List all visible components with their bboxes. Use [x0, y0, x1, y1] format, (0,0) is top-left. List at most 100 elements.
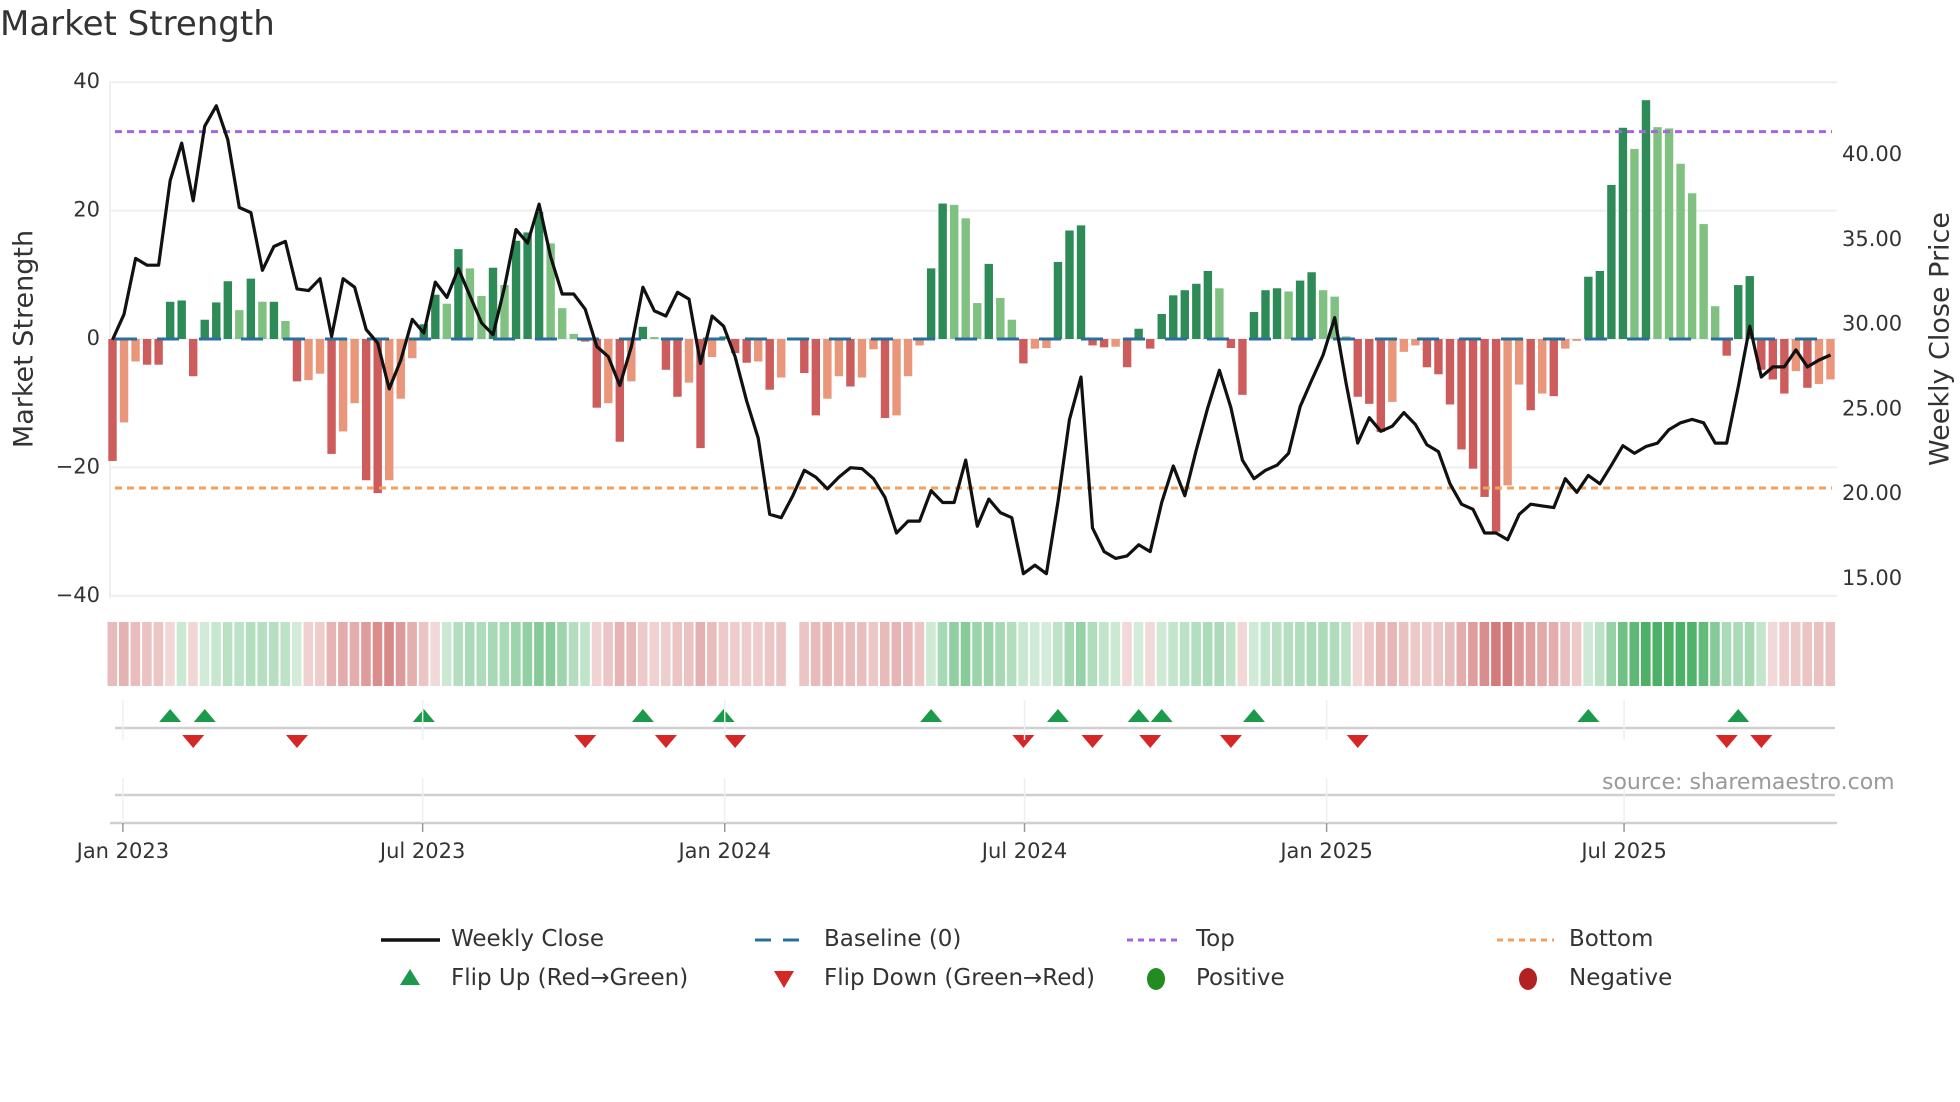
flip-down-marker [1346, 735, 1369, 748]
positive-heat-cell [1629, 622, 1640, 686]
positive-heat-cell [199, 622, 210, 686]
y2-tick-label: 40.00 [1842, 142, 1902, 166]
negative-heat-cell [880, 622, 890, 686]
negative-strength-bar [385, 339, 394, 481]
positive-strength-bar [281, 321, 290, 339]
right-axis-title: Weekly Close Price [1925, 212, 1956, 466]
positive-strength-bar [165, 301, 175, 339]
positive-strength-bar [1595, 270, 1605, 339]
y2-tick-label: 30.00 [1842, 312, 1902, 336]
y-tick-label: 20 [73, 198, 100, 222]
negative-strength-bar [154, 339, 163, 365]
positive-strength-bar [1630, 148, 1639, 339]
negative-strength-bar [408, 339, 417, 359]
positive-heat-cell [1041, 622, 1052, 686]
negative-heat-cell [1398, 622, 1409, 686]
negative-heat-cell [833, 622, 844, 686]
legend-positive-icon [1147, 968, 1165, 990]
positive-strength-bar [1664, 128, 1674, 339]
negative-heat-cell [914, 622, 925, 686]
positive-heat-cell [222, 622, 233, 686]
positive-heat-cell [1295, 622, 1305, 686]
negative-strength-bar [1480, 339, 1489, 497]
positive-heat-cell [926, 622, 936, 686]
positive-heat-cell [1583, 622, 1593, 686]
positive-heat-cell [534, 622, 544, 686]
negative-strength-bar [1768, 339, 1778, 380]
flip-down-marker [1750, 735, 1773, 748]
positive-heat-cell [580, 622, 590, 686]
positive-heat-cell [557, 622, 567, 686]
positive-heat-cell [1318, 622, 1328, 686]
flip-down-marker [1012, 735, 1035, 748]
flip-down-marker [724, 735, 747, 748]
positive-heat-cell [1306, 622, 1317, 686]
positive-heat-cell [1341, 622, 1351, 686]
negative-heat-cell [1145, 622, 1155, 686]
positive-strength-bar [1641, 100, 1651, 340]
positive-strength-bar [246, 278, 256, 339]
negative-heat-cell [856, 622, 867, 686]
negative-strength-bar [1365, 339, 1374, 404]
negative-heat-cell [1421, 622, 1432, 686]
flip-up-marker [1242, 709, 1265, 722]
negative-strength-bar [823, 339, 832, 399]
x-tick-label: Jul 2023 [378, 839, 465, 863]
negative-strength-bar [777, 339, 786, 378]
positive-heat-cell [1087, 622, 1098, 686]
negative-strength-bar [1503, 339, 1512, 486]
negative-heat-cell [672, 622, 683, 686]
negative-heat-cell [142, 622, 152, 686]
negative-heat-cell [626, 622, 636, 686]
flip-down-marker [654, 735, 677, 748]
negative-heat-cell [1514, 622, 1524, 686]
negative-heat-cell [1813, 622, 1824, 686]
positive-strength-bar [1261, 290, 1270, 339]
negative-heat-cell [707, 622, 717, 686]
negative-heat-cell [1779, 622, 1789, 686]
positive-heat-cell [545, 622, 556, 686]
negative-heat-cell [303, 622, 314, 686]
flip-down-marker [1219, 735, 1242, 748]
flip-up-marker [631, 709, 654, 722]
negative-heat-cell [1537, 622, 1547, 686]
negative-strength-bar [1445, 339, 1455, 405]
negative-strength-bar [338, 339, 348, 432]
positive-strength-bar [1676, 163, 1685, 339]
negative-heat-cell [799, 622, 809, 686]
right-axis-ticks: 15.00 20.00 25.00 30.00 35.00 40.00 [1842, 142, 1902, 590]
positive-strength-bar [569, 333, 578, 339]
positive-heat-cell [949, 622, 959, 686]
positive-heat-cell [1168, 622, 1178, 686]
negative-heat-cell [1375, 622, 1386, 686]
negative-strength-bar [373, 339, 382, 494]
positive-strength-bar [212, 302, 221, 339]
positive-strength-bar [258, 301, 267, 339]
negative-heat-cell [349, 622, 360, 686]
negative-heat-cell [753, 622, 763, 686]
positive-heat-cell [522, 622, 533, 686]
legend-weekly-close: Weekly Close [451, 926, 604, 952]
legend-flip-up: Flip Up (Red→Green) [451, 965, 689, 991]
positive-strength-bar [1053, 261, 1063, 339]
negative-heat-cell [1387, 622, 1397, 686]
negative-strength-bar [1491, 339, 1501, 532]
positive-heat-cell [1191, 622, 1201, 686]
y-tick-label: −40 [56, 583, 100, 607]
negative-heat-cell [845, 622, 856, 686]
flip-down-marker [182, 735, 205, 748]
positive-heat-cell [453, 622, 463, 686]
negative-heat-cell [591, 622, 602, 686]
positive-strength-bar [961, 218, 970, 339]
positive-heat-cell [1248, 622, 1259, 686]
flip-down-marker [285, 735, 308, 748]
negative-heat-cell [1433, 622, 1444, 686]
positive-strength-bar [1157, 313, 1166, 339]
positive-heat-cell [257, 622, 267, 686]
left-axis-title: Market Strength [9, 230, 40, 448]
negative-heat-cell [1790, 622, 1801, 686]
positive-heat-cell [211, 622, 221, 686]
flip-up-marker [712, 709, 735, 722]
positive-strength-bar [1192, 283, 1201, 339]
negative-strength-bar [1722, 339, 1731, 356]
